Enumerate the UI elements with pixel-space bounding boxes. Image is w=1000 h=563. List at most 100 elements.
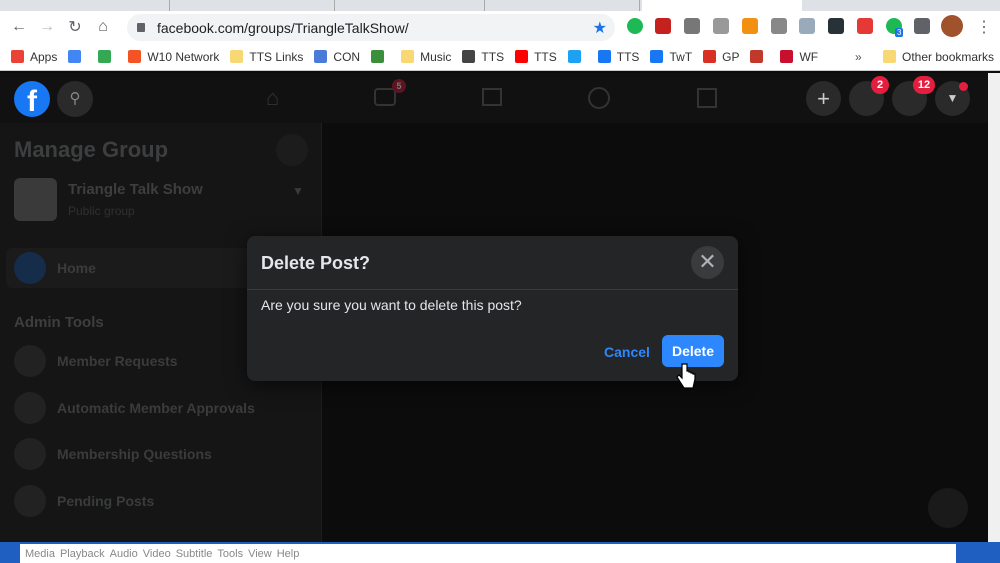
bookmark-icon — [650, 50, 664, 63]
group-dropdown-icon[interactable]: ▼ — [292, 184, 304, 198]
bookmark-icon — [128, 50, 142, 63]
sidebar-item-membership-questions[interactable]: Membership Questions — [14, 438, 212, 470]
sidebar-item-automatic-member-approvals[interactable]: Automatic Member Approvals — [14, 392, 255, 424]
account-alert-dot — [959, 82, 968, 91]
auto-approve-icon — [14, 392, 46, 424]
cancel-button[interactable]: Cancel — [604, 344, 650, 360]
bookmark-item[interactable]: GP — [703, 50, 739, 64]
vlc-menu-playback[interactable]: Playback — [60, 548, 105, 560]
extension-icon[interactable] — [799, 18, 815, 34]
vlc-menu-subtitle[interactable]: Subtitle — [176, 548, 213, 560]
bookmark-item[interactable] — [750, 50, 769, 64]
bookmark-icon — [750, 50, 764, 63]
bookmark-icon — [703, 50, 717, 63]
new-chat-icon[interactable] — [928, 488, 968, 528]
bookmark-item[interactable] — [371, 50, 390, 64]
puzzle-extensions-icon[interactable] — [914, 18, 930, 34]
bookmark-item[interactable]: W10 Network — [128, 50, 219, 64]
bookmark-item[interactable] — [567, 50, 587, 64]
messenger-badge: 2 — [871, 76, 889, 94]
groups-nav-icon[interactable] — [588, 87, 610, 109]
facebook-header: f ⚲ ⌂ 5 + 2 12 ▼ — [0, 73, 1000, 123]
other-bookmarks[interactable]: Other bookmarks — [883, 50, 994, 64]
tab[interactable] — [335, 0, 485, 11]
shield-extension-icon[interactable] — [684, 18, 700, 34]
profile-avatar[interactable] — [941, 15, 963, 37]
bookmark-label: Music — [420, 49, 452, 64]
bookmark-label: W10 Network — [147, 49, 220, 64]
group-avatar[interactable] — [14, 178, 57, 221]
bookmark-label: TTS — [534, 49, 557, 64]
bookmark-item[interactable]: Apps — [11, 50, 57, 64]
bookmark-item[interactable]: Music — [401, 50, 451, 64]
bookmark-icon — [98, 50, 112, 63]
vlc-menu-tools[interactable]: Tools — [217, 548, 243, 560]
chat-extension-icon[interactable] — [713, 18, 729, 34]
bookmark-icon — [597, 50, 611, 63]
bookmark-item[interactable]: TTS — [597, 49, 640, 64]
item-label: Automatic Member Approvals — [57, 400, 255, 416]
vlc-menu-media[interactable]: Media — [25, 548, 55, 560]
tab[interactable] — [0, 0, 170, 11]
instapaper-icon[interactable] — [828, 18, 844, 34]
forward-icon[interactable]: → — [33, 18, 61, 36]
bookmark-label: TwT — [669, 49, 693, 64]
item-label: Membership Questions — [57, 446, 212, 462]
hand-cursor-icon — [676, 363, 696, 389]
scrollbar[interactable] — [988, 73, 1000, 542]
sidebar-item-member-requests[interactable]: Member Requests — [14, 345, 178, 377]
extension-icon[interactable] — [627, 18, 643, 34]
tab[interactable] — [170, 0, 335, 11]
rss-extension-icon[interactable] — [742, 18, 758, 34]
extension-icon[interactable] — [857, 18, 873, 34]
gmail-extension-icon[interactable] — [655, 18, 671, 34]
bookmark-item[interactable]: WF — [780, 50, 818, 64]
admin-tools-heading: Admin Tools — [14, 314, 104, 331]
tab-active-facebook[interactable] — [642, 0, 802, 11]
extension-badge: 3 — [895, 28, 904, 37]
bookmark-icon — [314, 50, 328, 63]
bookmark-item[interactable] — [98, 50, 117, 64]
address-bar[interactable]: facebook.com/groups/TriangleTalkShow/ ★ — [127, 14, 615, 41]
home-icon[interactable]: ⌂ — [89, 18, 117, 36]
bookmark-star-icon[interactable]: ★ — [593, 18, 607, 38]
vlc-menu-help[interactable]: Help — [277, 548, 300, 560]
vlc-menu-audio[interactable]: Audio — [110, 548, 138, 560]
lock-icon — [137, 23, 145, 32]
back-icon[interactable]: ← — [5, 18, 33, 36]
item-label: Member Requests — [57, 353, 178, 369]
extension-icon[interactable] — [771, 18, 787, 34]
create-plus-icon[interactable]: + — [806, 81, 841, 116]
bookmark-icon — [401, 50, 415, 63]
bookmark-item[interactable]: CON — [314, 50, 360, 64]
bookmark-item[interactable] — [68, 50, 87, 64]
vlc-menu-view[interactable]: View — [248, 548, 272, 560]
collapse-sidebar-icon[interactable] — [276, 134, 308, 166]
group-name[interactable]: Triangle Talk Show — [68, 181, 203, 198]
gaming-nav-icon[interactable] — [697, 88, 717, 108]
vlc-menu-video[interactable]: Video — [143, 548, 171, 560]
bookmark-icon — [462, 50, 476, 63]
tab[interactable] — [485, 0, 640, 11]
bookmark-item[interactable]: TwT — [650, 50, 692, 64]
dialog-message: Are you sure you want to delete this pos… — [261, 297, 522, 313]
home-nav-icon[interactable]: ⌂ — [266, 85, 279, 111]
home-label: Home — [57, 260, 96, 276]
menu-kebab-icon[interactable]: ⋮ — [976, 17, 992, 37]
watch-nav-icon[interactable] — [374, 88, 396, 106]
bookmark-item[interactable]: TTS — [515, 50, 557, 64]
facebook-logo[interactable]: f — [14, 81, 50, 117]
bookmark-icon — [567, 50, 581, 63]
member-requests-icon — [14, 345, 46, 377]
search-icon[interactable]: ⚲ — [57, 81, 93, 117]
reload-icon[interactable]: ↻ — [61, 17, 89, 37]
bookmark-item[interactable]: TTS Links — [230, 50, 303, 64]
sidebar-item-pending-posts[interactable]: Pending Posts — [14, 485, 154, 517]
divider — [247, 289, 738, 290]
bookmark-item[interactable]: TTS — [462, 50, 504, 64]
bookmark-icon — [515, 50, 529, 63]
bookmarks-overflow-icon[interactable]: » — [855, 50, 862, 64]
bookmark-label: TTS — [616, 49, 640, 64]
marketplace-nav-icon[interactable] — [482, 88, 502, 106]
close-icon[interactable]: ✕ — [691, 246, 724, 279]
